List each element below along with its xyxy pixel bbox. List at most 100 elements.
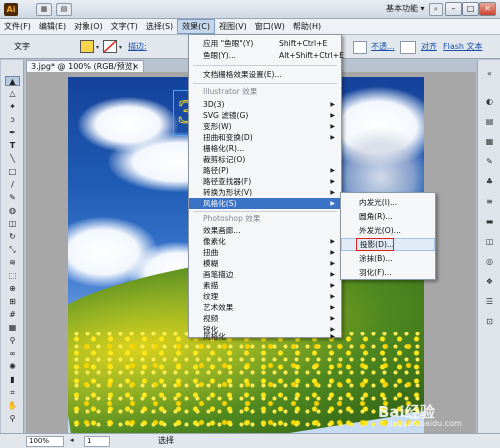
- submenu-item-scribble[interactable]: 涂抹(B)...: [341, 252, 435, 265]
- menu-item-convert-to-shape[interactable]: 转换为形状(V) ▶: [189, 187, 341, 198]
- submenu-item-inner-glow[interactable]: 内发光(I)...: [341, 196, 435, 209]
- arrange-documents-button[interactable]: ▤: [56, 3, 72, 16]
- column-graph-tool-icon[interactable]: ▮: [5, 375, 20, 385]
- menu-help[interactable]: 帮助(H): [289, 19, 325, 34]
- search-icon[interactable]: ⌕: [429, 3, 443, 16]
- color-guide-icon[interactable]: ▤: [483, 116, 496, 127]
- submenu-item-feather[interactable]: 羽化(F)...: [341, 266, 435, 279]
- menu-item-crop-marks[interactable]: 裁剪标记(O): [189, 154, 341, 165]
- menu-object[interactable]: 对象(O): [70, 19, 107, 34]
- scale-tool-icon[interactable]: ⤡: [5, 245, 20, 255]
- zoom-tool-icon[interactable]: ⚲: [5, 414, 20, 424]
- layers-panel-icon[interactable]: ☰: [483, 296, 496, 307]
- zoom-field[interactable]: 100%: [26, 436, 64, 447]
- menu-item-pixelate[interactable]: 像素化 ▶: [189, 236, 341, 247]
- type-tool-icon[interactable]: T: [5, 141, 20, 151]
- symbols-panel-icon[interactable]: ♣: [483, 176, 496, 187]
- color-panel-icon[interactable]: ◐: [483, 96, 496, 107]
- menu-window[interactable]: 窗口(W): [251, 19, 289, 34]
- menu-item-blur[interactable]: 模糊 ▶: [189, 258, 341, 269]
- menu-item-distort-transform[interactable]: 扭曲和变换(D) ▶: [189, 132, 341, 143]
- symbol-sprayer-tool-icon[interactable]: ✺: [5, 362, 20, 372]
- brushes-panel-icon[interactable]: ✎: [483, 156, 496, 167]
- submenu-arrow-icon: ▶: [330, 304, 335, 311]
- blend-tool-icon[interactable]: ∞: [5, 349, 20, 359]
- menu-item-effect-gallery[interactable]: 效果画廊...: [189, 225, 341, 236]
- artboards-panel-icon[interactable]: ⊡: [483, 316, 496, 327]
- menu-item-sketch[interactable]: 素描 ▶: [189, 280, 341, 291]
- selection-tool-icon[interactable]: ▲: [5, 76, 20, 86]
- flash-text-link[interactable]: Flash 文本: [443, 41, 483, 52]
- bridge-button[interactable]: ▦: [36, 3, 52, 16]
- rectangle-tool-icon[interactable]: □: [5, 167, 20, 177]
- fill-swatch[interactable]: [80, 40, 94, 53]
- menu-file[interactable]: 文件(F): [0, 19, 35, 34]
- chevron-down-icon[interactable]: ▾: [119, 44, 122, 51]
- paintbrush-tool-icon[interactable]: ∕: [5, 180, 20, 190]
- menu-item-path[interactable]: 路径(P) ▶: [189, 165, 341, 176]
- style-box[interactable]: [353, 41, 367, 54]
- submenu-item-outer-glow[interactable]: 外发光(O)...: [341, 224, 435, 237]
- menu-select[interactable]: 选择(S): [142, 19, 177, 34]
- menu-item-stylize-illustrator[interactable]: 风格化(S) ▶: [189, 198, 341, 209]
- free-transform-tool-icon[interactable]: ⬚: [5, 271, 20, 281]
- menu-item-video[interactable]: 视频 ▶: [189, 313, 341, 324]
- artboard-number-field[interactable]: 1: [84, 436, 110, 447]
- menu-item-3d[interactable]: 3D(3) ▶: [189, 99, 341, 110]
- hand-tool-icon[interactable]: ✋: [5, 401, 20, 411]
- stroke-swatch[interactable]: [103, 40, 117, 53]
- warp-tool-icon[interactable]: ≋: [5, 258, 20, 268]
- opacity-link[interactable]: 不透...: [371, 41, 395, 52]
- menu-item-rasterize[interactable]: 栅格化(R)...: [189, 143, 341, 154]
- line-tool-icon[interactable]: ╲: [5, 154, 20, 164]
- menu-item-stylize-photoshop[interactable]: 风格化 ▶: [189, 332, 341, 341]
- shape-builder-tool-icon[interactable]: ⊕: [5, 284, 20, 294]
- pen-tool-icon[interactable]: ✒: [5, 128, 20, 138]
- mesh-tool-icon[interactable]: #: [5, 310, 20, 320]
- menu-item-warp[interactable]: 变形(W) ▶: [189, 121, 341, 132]
- appearance-panel-icon[interactable]: ◎: [483, 256, 496, 267]
- chevron-down-icon[interactable]: ▾: [96, 44, 99, 51]
- submenu-item-drop-shadow[interactable]: 投影(D)...: [341, 238, 435, 251]
- stroke-panel-icon[interactable]: ≡: [483, 196, 496, 207]
- eyedropper-tool-icon[interactable]: ⚲: [5, 336, 20, 346]
- menu-item-document-raster-settings[interactable]: 文档栅格效果设置(E)...: [189, 69, 341, 80]
- menu-item-apply-last-effect[interactable]: 应用 "鱼眼"(Y) Shift+Ctrl+E: [189, 38, 341, 49]
- opacity-field[interactable]: [400, 41, 416, 54]
- magic-wand-tool-icon[interactable]: ✦: [5, 102, 20, 112]
- menu-item-pathfinder[interactable]: 路径查找器(F) ▶: [189, 176, 341, 187]
- perspective-grid-tool-icon[interactable]: ⊞: [5, 297, 20, 307]
- close-button[interactable]: ✕: [479, 2, 496, 16]
- menu-item-texture[interactable]: 纹理 ▶: [189, 291, 341, 302]
- menu-item-distort[interactable]: 扭曲 ▶: [189, 247, 341, 258]
- transparency-panel-icon[interactable]: ◫: [483, 236, 496, 247]
- pencil-tool-icon[interactable]: ✎: [5, 193, 20, 203]
- menu-edit[interactable]: 编辑(E): [35, 19, 70, 34]
- workspace-switcher[interactable]: 基本功能 ▾: [386, 3, 425, 14]
- rotate-tool-icon[interactable]: ↻: [5, 232, 20, 242]
- swatches-panel-icon[interactable]: ▦: [483, 136, 496, 147]
- submenu-item-round-corners[interactable]: 圆角(R)...: [341, 210, 435, 223]
- minimize-button[interactable]: –: [445, 2, 462, 16]
- first-artboard-button[interactable]: ◂: [68, 436, 80, 447]
- graphic-styles-panel-icon[interactable]: ❖: [483, 276, 496, 287]
- gradient-tool-icon[interactable]: ▦: [5, 323, 20, 333]
- align-link[interactable]: 对齐: [421, 41, 437, 52]
- maximize-button[interactable]: □: [462, 2, 479, 16]
- menu-item-brush-strokes[interactable]: 画笔描边 ▶: [189, 269, 341, 280]
- eraser-tool-icon[interactable]: ◫: [5, 219, 20, 229]
- menu-type[interactable]: 文字(T): [107, 19, 142, 34]
- lasso-tool-icon[interactable]: ↄ: [5, 115, 20, 125]
- status-text[interactable]: 选择: [156, 436, 216, 447]
- direct-selection-tool-icon[interactable]: △: [5, 89, 20, 99]
- menu-effect[interactable]: 效果(C): [177, 19, 215, 34]
- blob-brush-tool-icon[interactable]: ◍: [5, 206, 20, 216]
- menu-view[interactable]: 视图(V): [215, 19, 251, 34]
- collapse-panels-icon[interactable]: «: [483, 68, 496, 79]
- gradient-panel-icon[interactable]: ▬: [483, 216, 496, 227]
- menu-item-svg-filters[interactable]: SVG 滤镜(G) ▶: [189, 110, 341, 121]
- menu-item-artistic[interactable]: 艺术效果 ▶: [189, 302, 341, 313]
- stroke-link[interactable]: 描边:: [128, 41, 147, 52]
- menu-item-last-effect[interactable]: 鱼眼(Y)... Alt+Shift+Ctrl+E: [189, 50, 344, 61]
- artboard-tool-icon[interactable]: ⌗: [5, 388, 20, 398]
